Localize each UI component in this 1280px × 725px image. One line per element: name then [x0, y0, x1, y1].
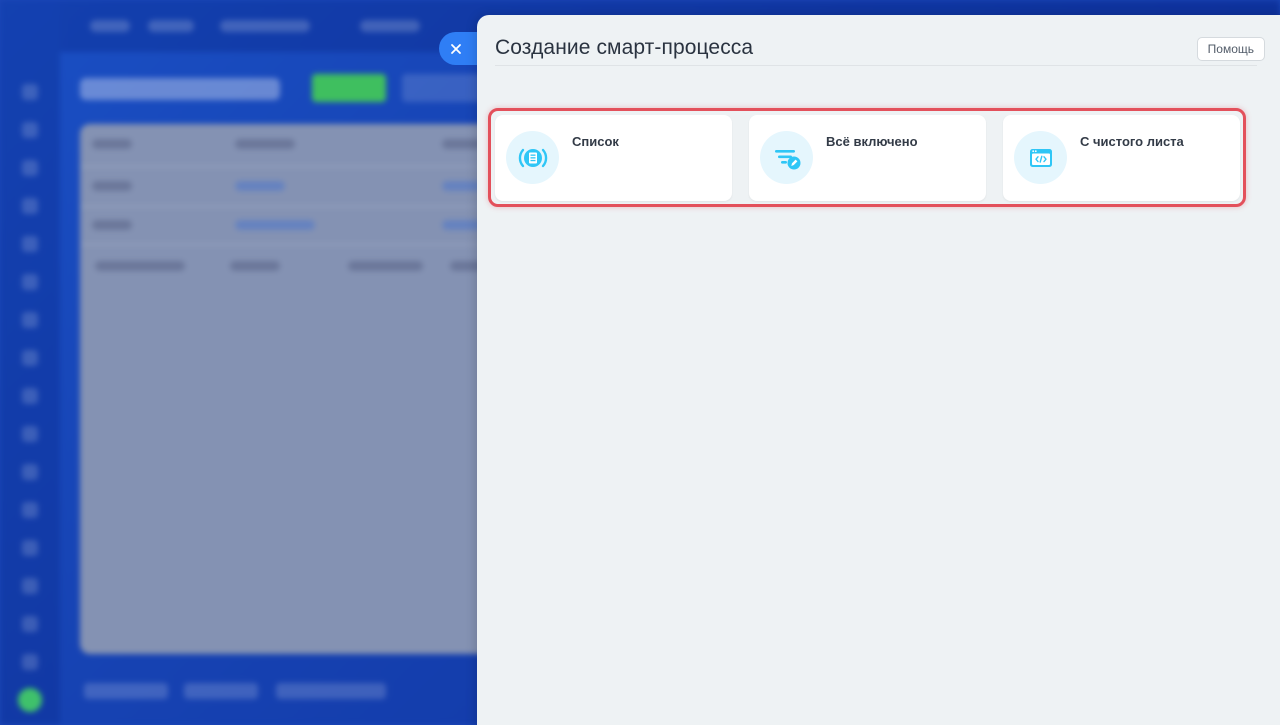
- background-page-title: [80, 78, 280, 100]
- card-all-included-label: Всё включено: [826, 134, 918, 149]
- panel-header: Создание смарт-процесса Помощь: [495, 35, 1265, 66]
- card-list[interactable]: Список: [495, 115, 732, 201]
- help-button[interactable]: Помощь: [1196, 37, 1265, 61]
- create-smart-process-panel: Создание смарт-процесса Помощь Список Вс…: [477, 15, 1280, 725]
- list-icon: [506, 131, 559, 184]
- code-window-icon: [1014, 131, 1067, 184]
- card-all-included[interactable]: Всё включено: [749, 115, 986, 201]
- card-from-scratch[interactable]: С чистого листа: [1003, 115, 1240, 201]
- background-search: [402, 74, 482, 102]
- card-from-scratch-label: С чистого листа: [1080, 134, 1184, 149]
- filter-edit-icon: [760, 131, 813, 184]
- close-icon: [451, 43, 461, 54]
- card-list-label: Список: [572, 134, 619, 149]
- background-table: [80, 124, 500, 654]
- background-left-menu: [0, 0, 60, 725]
- background-create-button: [312, 74, 386, 102]
- panel-title: Создание смарт-процесса: [495, 36, 754, 59]
